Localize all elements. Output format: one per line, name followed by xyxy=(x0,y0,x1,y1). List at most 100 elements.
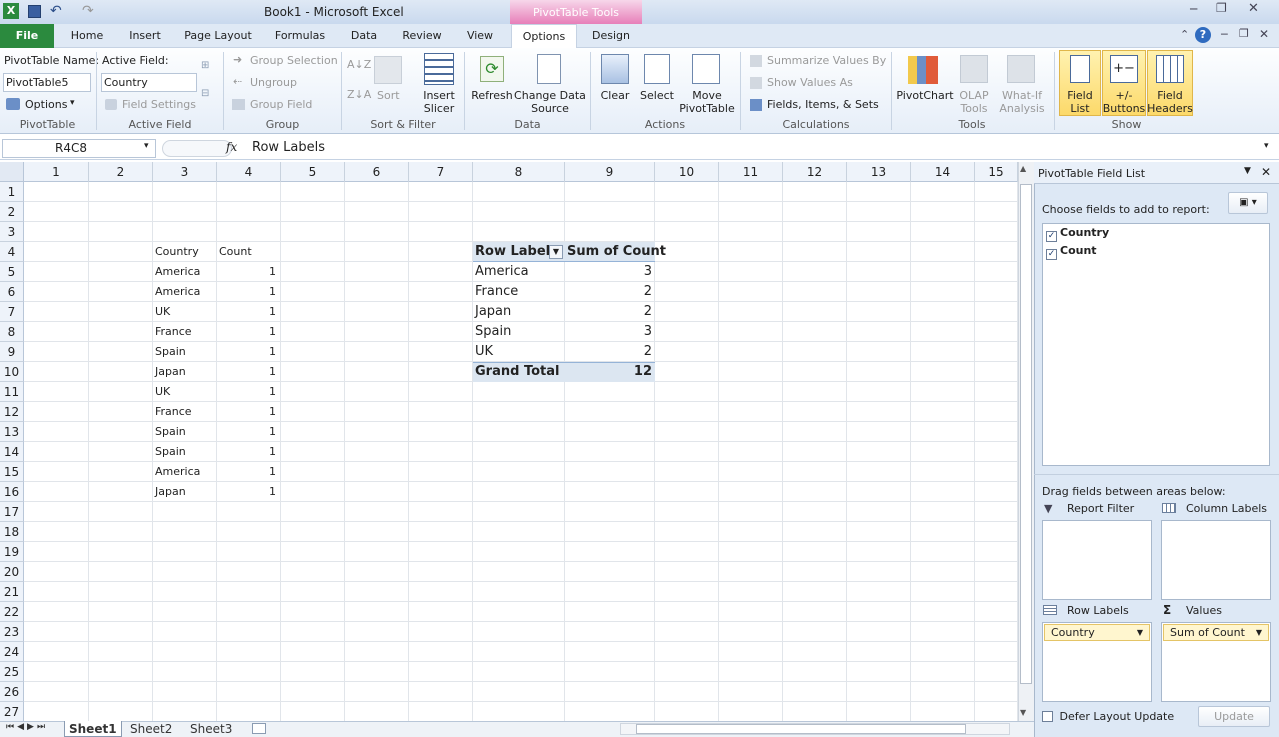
row-header-24[interactable]: 24 xyxy=(0,642,24,662)
pivot-row-label[interactable]: Spain xyxy=(475,322,511,342)
group-field-button[interactable]: Group Field xyxy=(250,98,312,111)
clear-button[interactable]: Clear xyxy=(596,89,634,102)
row-header-27[interactable]: 27 xyxy=(0,702,24,722)
collapse-field-icon[interactable]: ⊟ xyxy=(201,88,215,100)
scroll-down-icon[interactable]: ▼ xyxy=(1020,708,1026,717)
source-cell-count[interactable]: 1 xyxy=(219,482,279,502)
row-header-17[interactable]: 17 xyxy=(0,502,24,522)
tab-page-layout[interactable]: Page Layout xyxy=(180,24,256,48)
pivot-row-label[interactable]: Japan xyxy=(475,302,511,322)
tab-data[interactable]: Data xyxy=(344,24,384,48)
pivot-grand-total-value[interactable]: 12 xyxy=(565,362,655,382)
source-cell-count[interactable]: 1 xyxy=(219,382,279,402)
save-icon[interactable] xyxy=(28,5,41,18)
field-item-country[interactable]: ✓ Country xyxy=(1046,226,1109,242)
source-cell-country[interactable]: France xyxy=(155,402,215,422)
row-header-15[interactable]: 15 xyxy=(0,462,24,482)
source-cell-count[interactable]: 1 xyxy=(219,322,279,342)
tab-design[interactable]: Design xyxy=(582,24,640,48)
pivot-row-labels-header[interactable]: Row Labels xyxy=(475,242,558,262)
help-icon[interactable]: ? xyxy=(1195,27,1211,43)
formula-expand-icon[interactable]: ▾ xyxy=(1264,141,1269,151)
pivot-row-label[interactable]: France xyxy=(475,282,518,302)
pane-resize-handle[interactable] xyxy=(1034,474,1279,480)
pivot-row-value[interactable]: 2 xyxy=(565,282,655,302)
refresh-button[interactable]: Refresh xyxy=(470,89,514,102)
options-dropdown-icon[interactable]: ▾ xyxy=(70,98,75,108)
summarize-values-button[interactable]: Summarize Values By xyxy=(767,54,886,67)
ungroup-button[interactable]: Ungroup xyxy=(250,76,297,89)
row-header-16[interactable]: 16 xyxy=(0,482,24,502)
row-header-22[interactable]: 22 xyxy=(0,602,24,622)
select-all-corner[interactable] xyxy=(0,162,24,182)
field-list-layout-button[interactable]: ▣ ▾ xyxy=(1228,192,1268,214)
update-button[interactable]: Update xyxy=(1198,706,1270,727)
row-header-14[interactable]: 14 xyxy=(0,442,24,462)
values-field-pill[interactable]: Sum of Count ▼ xyxy=(1163,624,1269,641)
field-settings-button[interactable]: Field Settings xyxy=(122,98,196,111)
row-header-20[interactable]: 20 xyxy=(0,562,24,582)
sheet-tab-sheet2[interactable]: Sheet2 xyxy=(126,721,176,737)
pivot-row-label[interactable]: America xyxy=(475,262,529,282)
sort-ascending-icon[interactable]: A↓Z xyxy=(347,58,371,71)
row-header-19[interactable]: 19 xyxy=(0,542,24,562)
sheet-tab-sheet3[interactable]: Sheet3 xyxy=(186,721,236,737)
pivotchart-button[interactable]: PivotChart xyxy=(896,89,954,102)
column-header-3[interactable]: 3 xyxy=(153,162,217,182)
row-header-7[interactable]: 7 xyxy=(0,302,24,322)
pivottable-name-input[interactable]: PivotTable5 xyxy=(3,73,91,92)
source-cell-count[interactable]: 1 xyxy=(219,282,279,302)
field-item-count[interactable]: ✓ Count xyxy=(1046,244,1097,260)
column-header-9[interactable]: 9 xyxy=(565,162,655,182)
undo-icon[interactable]: ↶ xyxy=(50,3,62,19)
column-header-12[interactable]: 12 xyxy=(783,162,847,182)
row-header-18[interactable]: 18 xyxy=(0,522,24,542)
workbook-minimize-icon[interactable]: ─ xyxy=(1221,28,1228,41)
source-cell-country[interactable]: Spain xyxy=(155,442,215,462)
row-field-pill[interactable]: Country ▼ xyxy=(1044,624,1150,641)
options-button[interactable]: Options xyxy=(25,98,67,111)
source-header-country[interactable]: Country xyxy=(155,242,215,262)
report-filter-area[interactable] xyxy=(1042,520,1152,600)
close-icon[interactable]: ✕ xyxy=(1248,1,1259,16)
source-cell-count[interactable]: 1 xyxy=(219,262,279,282)
row-header-6[interactable]: 6 xyxy=(0,282,24,302)
pivot-grand-total-label[interactable]: Grand Total xyxy=(475,362,559,382)
row-header-13[interactable]: 13 xyxy=(0,422,24,442)
column-header-2[interactable]: 2 xyxy=(89,162,153,182)
source-cell-count[interactable]: 1 xyxy=(219,362,279,382)
pivot-row-label[interactable]: UK xyxy=(475,342,493,362)
source-cell-country[interactable]: Japan xyxy=(155,362,215,382)
sort-descending-icon[interactable]: Z↓A xyxy=(347,88,371,101)
source-cell-country[interactable]: Spain xyxy=(155,342,215,362)
change-data-source-button[interactable]: Change Data Source xyxy=(514,89,586,115)
tab-view[interactable]: View xyxy=(460,24,500,48)
source-cell-country[interactable]: America xyxy=(155,262,215,282)
checkbox-unchecked-icon[interactable] xyxy=(1042,711,1053,722)
source-cell-count[interactable]: 1 xyxy=(219,462,279,482)
expand-field-icon[interactable]: ⊞ xyxy=(201,60,215,72)
sheet-nav-arrows-icon[interactable]: ⏮◀▶⏭ xyxy=(6,722,48,732)
dropdown-arrow-icon[interactable]: ▼ xyxy=(1256,625,1262,640)
source-cell-country[interactable]: France xyxy=(155,322,215,342)
row-header-23[interactable]: 23 xyxy=(0,622,24,642)
column-labels-area[interactable] xyxy=(1161,520,1271,600)
checkbox-checked-icon[interactable]: ✓ xyxy=(1046,231,1057,242)
ribbon-collapse-icon[interactable]: ⌃ xyxy=(1180,28,1189,41)
source-cell-count[interactable]: 1 xyxy=(219,442,279,462)
name-box[interactable]: R4C8 xyxy=(2,139,156,158)
tab-formulas[interactable]: Formulas xyxy=(268,24,332,48)
insert-sheet-icon[interactable] xyxy=(252,723,266,734)
group-selection-button[interactable]: Group Selection xyxy=(250,54,338,67)
row-header-9[interactable]: 9 xyxy=(0,342,24,362)
row-header-10[interactable]: 10 xyxy=(0,362,24,382)
source-cell-count[interactable]: 1 xyxy=(219,422,279,442)
row-header-5[interactable]: 5 xyxy=(0,262,24,282)
column-header-5[interactable]: 5 xyxy=(281,162,345,182)
move-pivottable-button[interactable]: Move PivotTable xyxy=(678,89,736,115)
column-header-1[interactable]: 1 xyxy=(24,162,89,182)
filter-dropdown-icon[interactable]: ▼ xyxy=(549,245,563,259)
source-cell-count[interactable]: 1 xyxy=(219,342,279,362)
column-header-13[interactable]: 13 xyxy=(847,162,911,182)
row-header-2[interactable]: 2 xyxy=(0,202,24,222)
